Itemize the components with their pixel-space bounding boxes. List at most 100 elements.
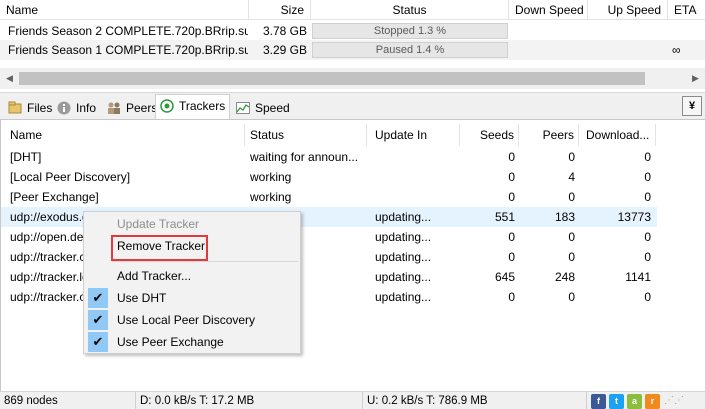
checkmark-icon: ✔ xyxy=(88,332,108,352)
tracker-seeds: 645 xyxy=(494,270,515,284)
tracker-header-status[interactable]: Status xyxy=(245,124,367,146)
tracker-peers: 0 xyxy=(568,150,575,164)
checkmark-icon: ✔ xyxy=(88,288,108,308)
files-icon xyxy=(7,100,23,116)
tracker-seeds: 0 xyxy=(508,170,515,184)
horizontal-scrollbar[interactable]: ◀ ▶ xyxy=(0,68,705,89)
checkmark-icon: ✔ xyxy=(88,310,108,330)
tab-info[interactable]: Info xyxy=(52,96,101,118)
tracker-peers: 0 xyxy=(568,290,575,304)
tracker-update-in: updating... xyxy=(375,210,432,224)
torrent-row[interactable]: Friends Season 2 COMPLETE.720p.BRrip.suj… xyxy=(0,21,705,41)
column-header-size[interactable]: Size xyxy=(249,0,311,20)
torrent-row[interactable]: Friends Season 1 COMPLETE.720p.BRrip.suj… xyxy=(0,40,705,60)
facebook-icon[interactable]: f xyxy=(591,394,606,409)
tracker-row[interactable]: [Peer Exchange] working 0 0 0 xyxy=(1,187,657,207)
peers-icon xyxy=(106,100,122,116)
tracker-status: working xyxy=(250,170,292,184)
column-header-up-speed[interactable]: Up Speed xyxy=(588,0,668,20)
info-icon xyxy=(56,100,72,116)
column-header-eta[interactable]: ETA xyxy=(668,0,705,20)
scroll-thumb[interactable] xyxy=(19,72,645,85)
tracker-name: [DHT] xyxy=(10,150,42,164)
tracker-update-in: updating... xyxy=(375,290,432,304)
menu-separator xyxy=(112,261,298,262)
twitter-icon[interactable]: t xyxy=(609,394,624,409)
tracker-header-update-in[interactable]: Update In xyxy=(367,124,460,146)
tracker-row[interactable]: [Local Peer Discovery] working 0 4 0 xyxy=(1,167,657,187)
torrent-eta xyxy=(672,21,700,41)
column-header-down-speed[interactable]: Down Speed xyxy=(509,0,588,20)
tracker-row[interactable]: [DHT] waiting for announ... 0 0 0 xyxy=(1,147,657,167)
android-icon[interactable]: a xyxy=(627,394,642,409)
torrent-status: Stopped 1.3 % xyxy=(373,25,447,37)
column-header-status[interactable]: Status xyxy=(311,0,509,20)
status-bar: 869 nodes D: 0.0 kB/s T: 17.2 MB U: 0.2 … xyxy=(0,391,705,409)
tracker-header-peers[interactable]: Peers xyxy=(519,124,579,146)
rss-icon[interactable]: r xyxy=(645,394,660,409)
tracker-downloaded: 0 xyxy=(644,150,651,164)
tracker-header-name[interactable]: Name xyxy=(1,124,245,146)
torrent-status: Paused 1.4 % xyxy=(375,44,445,56)
tracker-update-in: updating... xyxy=(375,230,432,244)
scroll-left-icon[interactable]: ◀ xyxy=(0,68,19,89)
column-header-name[interactable]: Name xyxy=(0,0,249,20)
chevron-down-double-icon: ¥ xyxy=(688,100,696,112)
progress-bar: Paused 1.4 % xyxy=(312,42,508,58)
tracker-seeds: 0 xyxy=(508,190,515,204)
tracker-context-menu: Update Tracker Remove Tracker Add Tracke… xyxy=(83,211,301,354)
tab-speed[interactable]: Speed xyxy=(231,96,290,118)
torrent-size: 3.29 GB xyxy=(262,43,307,57)
menu-item-use-peer-exchange[interactable]: ✔ Use Peer Exchange xyxy=(84,331,300,353)
progress-bar: Stopped 1.3 % xyxy=(312,23,508,39)
menu-item-use-dht[interactable]: ✔ Use DHT xyxy=(84,287,300,309)
tab-peers[interactable]: Peers xyxy=(102,96,157,118)
collapse-panel-button[interactable]: ¥ xyxy=(682,96,702,116)
tracker-peers: 0 xyxy=(568,250,575,264)
status-upload: U: 0.2 kB/s T: 786.9 MB xyxy=(363,392,587,409)
tracker-status: waiting for announ... xyxy=(250,150,359,164)
tracker-peers: 0 xyxy=(568,190,575,204)
tracker-header-seeds[interactable]: Seeds xyxy=(460,124,519,146)
torrent-eta: ∞ xyxy=(672,43,681,57)
torrent-name: Friends Season 2 COMPLETE.720p.BRrip.suj… xyxy=(8,24,248,38)
tracker-name: [Peer Exchange] xyxy=(10,190,99,204)
trackers-icon xyxy=(159,98,175,114)
tracker-downloaded: 0 xyxy=(644,290,651,304)
tracker-seeds: 0 xyxy=(508,250,515,264)
tracker-downloaded: 0 xyxy=(644,190,651,204)
tracker-downloaded: 0 xyxy=(644,170,651,184)
status-nodes: 869 nodes xyxy=(0,392,136,409)
torrent-list: Name Size Status Down Speed Up Speed ETA… xyxy=(0,0,705,68)
scroll-right-icon[interactable]: ▶ xyxy=(686,68,705,89)
remove-tracker-highlight xyxy=(111,235,208,261)
tracker-update-in: updating... xyxy=(375,270,432,284)
tracker-update-in: updating... xyxy=(375,250,432,264)
menu-item-update-tracker: Update Tracker xyxy=(117,217,200,231)
tracker-downloaded: 13773 xyxy=(617,210,651,224)
tracker-seeds: 0 xyxy=(508,150,515,164)
torrent-name: Friends Season 1 COMPLETE.720p.BRrip.suj… xyxy=(8,43,248,57)
tracker-peers: 4 xyxy=(568,170,575,184)
torrent-size: 3.78 GB xyxy=(262,24,307,38)
tracker-downloaded: 1141 xyxy=(625,270,651,284)
tracker-peers: 248 xyxy=(554,270,575,284)
tracker-downloaded: 0 xyxy=(644,250,651,264)
menu-item-use-local-peer-discovery[interactable]: ✔ Use Local Peer Discovery xyxy=(84,309,300,331)
tracker-peers: 0 xyxy=(568,230,575,244)
tracker-downloaded: 0 xyxy=(644,230,651,244)
tracker-seeds: 551 xyxy=(494,210,515,224)
tab-files[interactable]: Files xyxy=(3,96,52,118)
tracker-seeds: 0 xyxy=(508,230,515,244)
resize-grip-icon[interactable]: ⋰⋰ xyxy=(664,393,700,409)
tracker-status: working xyxy=(250,190,292,204)
tracker-name: [Local Peer Discovery] xyxy=(10,170,131,184)
tracker-peers: 183 xyxy=(554,210,575,224)
tab-trackers[interactable]: Trackers xyxy=(155,94,230,120)
speed-icon xyxy=(235,100,251,116)
tracker-header-downloaded[interactable]: Download... xyxy=(579,124,656,146)
status-download: D: 0.0 kB/s T: 17.2 MB xyxy=(136,392,363,409)
menu-item-add-tracker[interactable]: Add Tracker... xyxy=(84,265,300,287)
tracker-seeds: 0 xyxy=(508,290,515,304)
details-tabbar: Files Info Peers Trackers Speed xyxy=(0,92,705,120)
